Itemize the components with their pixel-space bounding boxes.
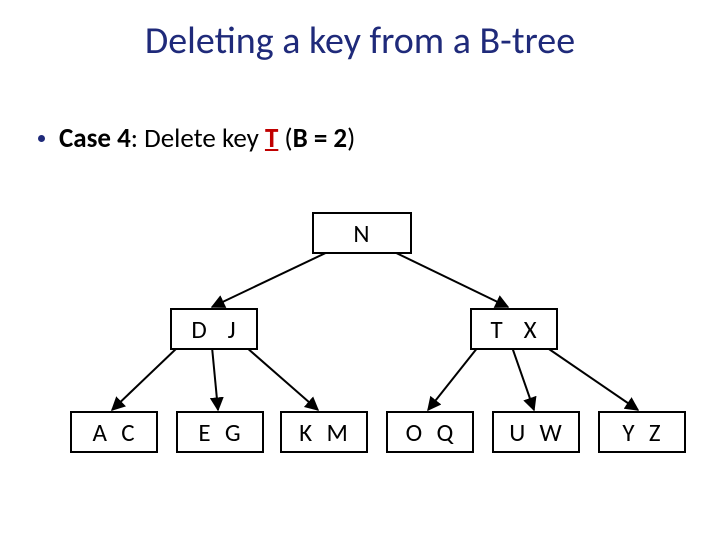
slide: Deleting a key from a B-tree Case 4: Del… — [0, 0, 720, 540]
node-mid-left: D J — [170, 308, 258, 350]
node-leaf-1: E G — [176, 411, 264, 453]
tree-edges — [0, 0, 720, 540]
node-mid-right: T X — [470, 308, 558, 350]
node-leaf-5: Y Z — [598, 411, 686, 453]
node-leaf-3: O Q — [386, 411, 474, 453]
btree-diagram: N D J T X A C E G K M O Q U W Y Z — [0, 0, 720, 540]
node-leaf-0: A C — [70, 411, 158, 453]
node-root: N — [312, 212, 412, 254]
node-leaf-4: U W — [492, 411, 580, 453]
node-leaf-2: K M — [280, 411, 368, 453]
